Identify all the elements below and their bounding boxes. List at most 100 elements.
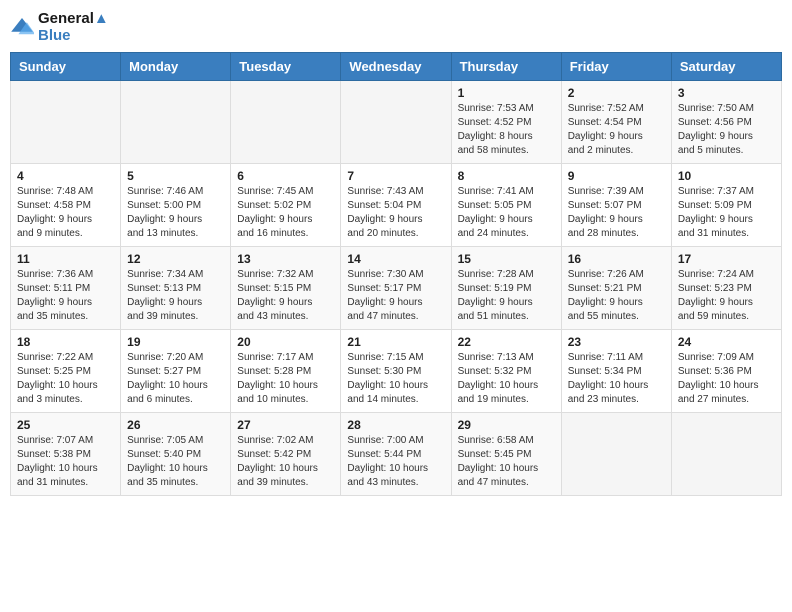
calendar-cell: 24 Sunrise: 7:09 AM Sunset: 5:36 PM Dayli… bbox=[671, 330, 781, 413]
day-info: Sunrise: 7:41 AM Sunset: 5:05 PM Dayligh… bbox=[458, 185, 555, 241]
day-number: 7 bbox=[347, 169, 444, 183]
day-number: 8 bbox=[458, 169, 555, 183]
day-info: Sunrise: 7:05 AM Sunset: 5:40 PM Dayligh… bbox=[127, 434, 224, 490]
calendar-cell bbox=[121, 81, 231, 164]
day-info: Sunrise: 7:52 AM Sunset: 4:54 PM Dayligh… bbox=[568, 102, 665, 158]
day-number: 13 bbox=[237, 252, 334, 266]
calendar-week-1: 1 Sunrise: 7:53 AM Sunset: 4:52 PM Daylig… bbox=[11, 81, 782, 164]
day-info: Sunrise: 7:34 AM Sunset: 5:13 PM Dayligh… bbox=[127, 268, 224, 324]
day-info: Sunrise: 7:20 AM Sunset: 5:27 PM Dayligh… bbox=[127, 351, 224, 407]
calendar-cell: 20Sunrise: 7:17 AM Sunset: 5:28 PM Dayli… bbox=[231, 330, 341, 413]
day-header-thursday: Thursday bbox=[451, 53, 561, 81]
calendar-cell: 28 Sunrise: 7:00 AM Sunset: 5:44 PM Dayli… bbox=[341, 413, 451, 496]
calendar-cell bbox=[231, 81, 341, 164]
day-number: 11 bbox=[17, 252, 114, 266]
day-info: Sunrise: 7:11 AM Sunset: 5:34 PM Dayligh… bbox=[568, 351, 665, 407]
calendar-cell: 13 Sunrise: 7:32 AM Sunset: 5:15 PM Dayli… bbox=[231, 247, 341, 330]
calendar-cell: 12 Sunrise: 7:34 AM Sunset: 5:13 PM Dayli… bbox=[121, 247, 231, 330]
calendar-header-row: SundayMondayTuesdayWednesdayThursdayFrid… bbox=[11, 53, 782, 81]
day-number: 4 bbox=[17, 169, 114, 183]
day-number: 19 bbox=[127, 335, 224, 349]
calendar-cell: 27 Sunrise: 7:02 AM Sunset: 5:42 PM Dayli… bbox=[231, 413, 341, 496]
day-number: 25 bbox=[17, 418, 114, 432]
day-number: 22 bbox=[458, 335, 555, 349]
calendar-cell: 7 Sunrise: 7:43 AM Sunset: 5:04 PM Daylig… bbox=[341, 164, 451, 247]
day-number: 23 bbox=[568, 335, 665, 349]
day-info: Sunrise: 7:50 AM Sunset: 4:56 PM Dayligh… bbox=[678, 102, 775, 158]
calendar-week-2: 4 Sunrise: 7:48 AM Sunset: 4:58 PM Daylig… bbox=[11, 164, 782, 247]
day-number: 1 bbox=[458, 86, 555, 100]
calendar-cell: 21 Sunrise: 7:15 AM Sunset: 5:30 PM Dayli… bbox=[341, 330, 451, 413]
logo-text: General▲ Blue bbox=[38, 10, 109, 44]
calendar-cell: 15 Sunrise: 7:28 AM Sunset: 5:19 PM Dayli… bbox=[451, 247, 561, 330]
day-info: Sunrise: 7:09 AM Sunset: 5:36 PM Dayligh… bbox=[678, 351, 775, 407]
logo: General▲ Blue bbox=[10, 10, 109, 44]
calendar-week-4: 18Sunrise: 7:22 AM Sunset: 5:25 PM Dayli… bbox=[11, 330, 782, 413]
calendar-cell: 23 Sunrise: 7:11 AM Sunset: 5:34 PM Dayli… bbox=[561, 330, 671, 413]
day-number: 3 bbox=[678, 86, 775, 100]
day-number: 9 bbox=[568, 169, 665, 183]
day-info: Sunrise: 7:37 AM Sunset: 5:09 PM Dayligh… bbox=[678, 185, 775, 241]
day-header-friday: Friday bbox=[561, 53, 671, 81]
day-info: Sunrise: 7:15 AM Sunset: 5:30 PM Dayligh… bbox=[347, 351, 444, 407]
calendar-cell: 4 Sunrise: 7:48 AM Sunset: 4:58 PM Daylig… bbox=[11, 164, 121, 247]
calendar-cell: 8 Sunrise: 7:41 AM Sunset: 5:05 PM Daylig… bbox=[451, 164, 561, 247]
day-header-sunday: Sunday bbox=[11, 53, 121, 81]
calendar-cell: 26 Sunrise: 7:05 AM Sunset: 5:40 PM Dayli… bbox=[121, 413, 231, 496]
day-number: 21 bbox=[347, 335, 444, 349]
calendar-cell: 14Sunrise: 7:30 AM Sunset: 5:17 PM Dayli… bbox=[341, 247, 451, 330]
day-number: 26 bbox=[127, 418, 224, 432]
day-info: Sunrise: 7:46 AM Sunset: 5:00 PM Dayligh… bbox=[127, 185, 224, 241]
day-number: 2 bbox=[568, 86, 665, 100]
day-info: Sunrise: 7:45 AM Sunset: 5:02 PM Dayligh… bbox=[237, 185, 334, 241]
day-number: 14 bbox=[347, 252, 444, 266]
day-info: Sunrise: 7:13 AM Sunset: 5:32 PM Dayligh… bbox=[458, 351, 555, 407]
day-info: Sunrise: 6:58 AM Sunset: 5:45 PM Dayligh… bbox=[458, 434, 555, 490]
day-number: 6 bbox=[237, 169, 334, 183]
day-number: 27 bbox=[237, 418, 334, 432]
calendar-cell: 6 Sunrise: 7:45 AM Sunset: 5:02 PM Daylig… bbox=[231, 164, 341, 247]
day-info: Sunrise: 7:43 AM Sunset: 5:04 PM Dayligh… bbox=[347, 185, 444, 241]
calendar-cell: 16 Sunrise: 7:26 AM Sunset: 5:21 PM Dayli… bbox=[561, 247, 671, 330]
day-number: 16 bbox=[568, 252, 665, 266]
day-info: Sunrise: 7:07 AM Sunset: 5:38 PM Dayligh… bbox=[17, 434, 114, 490]
calendar-week-5: 25 Sunrise: 7:07 AM Sunset: 5:38 PM Dayli… bbox=[11, 413, 782, 496]
calendar-cell: 29Sunrise: 6:58 AM Sunset: 5:45 PM Dayli… bbox=[451, 413, 561, 496]
day-info: Sunrise: 7:53 AM Sunset: 4:52 PM Dayligh… bbox=[458, 102, 555, 158]
calendar-cell bbox=[561, 413, 671, 496]
calendar-cell: 5 Sunrise: 7:46 AM Sunset: 5:00 PM Daylig… bbox=[121, 164, 231, 247]
calendar-cell bbox=[671, 413, 781, 496]
calendar-cell: 22 Sunrise: 7:13 AM Sunset: 5:32 PM Dayli… bbox=[451, 330, 561, 413]
day-number: 28 bbox=[347, 418, 444, 432]
calendar-cell: 11 Sunrise: 7:36 AM Sunset: 5:11 PM Dayli… bbox=[11, 247, 121, 330]
day-number: 5 bbox=[127, 169, 224, 183]
day-number: 10 bbox=[678, 169, 775, 183]
day-number: 24 bbox=[678, 335, 775, 349]
day-info: Sunrise: 7:32 AM Sunset: 5:15 PM Dayligh… bbox=[237, 268, 334, 324]
day-number: 15 bbox=[458, 252, 555, 266]
calendar-cell: 3 Sunrise: 7:50 AM Sunset: 4:56 PM Daylig… bbox=[671, 81, 781, 164]
calendar-table: SundayMondayTuesdayWednesdayThursdayFrid… bbox=[10, 52, 782, 496]
day-info: Sunrise: 7:28 AM Sunset: 5:19 PM Dayligh… bbox=[458, 268, 555, 324]
day-header-monday: Monday bbox=[121, 53, 231, 81]
day-info: Sunrise: 7:36 AM Sunset: 5:11 PM Dayligh… bbox=[17, 268, 114, 324]
day-header-wednesday: Wednesday bbox=[341, 53, 451, 81]
calendar-cell: 10 Sunrise: 7:37 AM Sunset: 5:09 PM Dayli… bbox=[671, 164, 781, 247]
calendar-cell: 2 Sunrise: 7:52 AM Sunset: 4:54 PM Daylig… bbox=[561, 81, 671, 164]
logo-icon bbox=[10, 15, 34, 39]
day-info: Sunrise: 7:00 AM Sunset: 5:44 PM Dayligh… bbox=[347, 434, 444, 490]
calendar-cell: 1 Sunrise: 7:53 AM Sunset: 4:52 PM Daylig… bbox=[451, 81, 561, 164]
calendar-cell: 17 Sunrise: 7:24 AM Sunset: 5:23 PM Dayli… bbox=[671, 247, 781, 330]
day-info: Sunrise: 7:22 AM Sunset: 5:25 PM Dayligh… bbox=[17, 351, 114, 407]
day-number: 17 bbox=[678, 252, 775, 266]
calendar-cell: 9Sunrise: 7:39 AM Sunset: 5:07 PM Daylig… bbox=[561, 164, 671, 247]
calendar-cell bbox=[11, 81, 121, 164]
day-info: Sunrise: 7:26 AM Sunset: 5:21 PM Dayligh… bbox=[568, 268, 665, 324]
day-header-tuesday: Tuesday bbox=[231, 53, 341, 81]
day-info: Sunrise: 7:48 AM Sunset: 4:58 PM Dayligh… bbox=[17, 185, 114, 241]
calendar-week-3: 11 Sunrise: 7:36 AM Sunset: 5:11 PM Dayli… bbox=[11, 247, 782, 330]
day-number: 12 bbox=[127, 252, 224, 266]
day-info: Sunrise: 7:17 AM Sunset: 5:28 PM Dayligh… bbox=[237, 351, 334, 407]
day-info: Sunrise: 7:24 AM Sunset: 5:23 PM Dayligh… bbox=[678, 268, 775, 324]
day-info: Sunrise: 7:02 AM Sunset: 5:42 PM Dayligh… bbox=[237, 434, 334, 490]
